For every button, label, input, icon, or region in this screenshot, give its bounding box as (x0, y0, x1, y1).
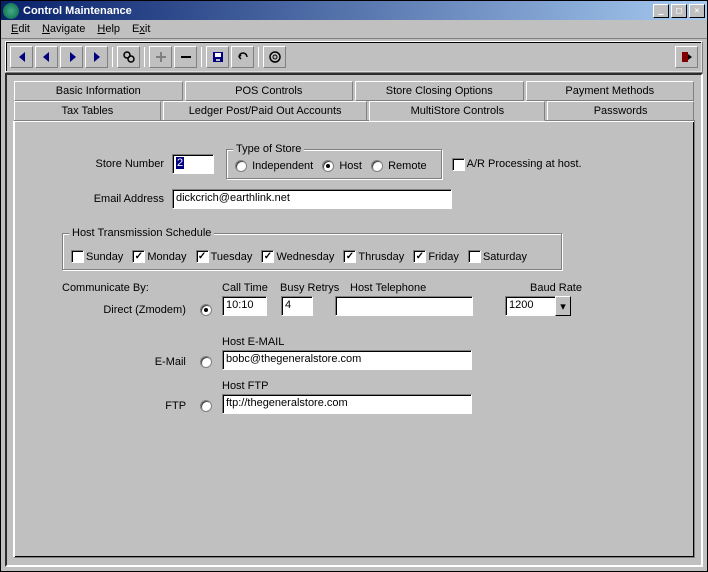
radio-host-label: Host (339, 160, 362, 172)
direct-label: Direct (Zmodem) (103, 304, 186, 316)
checkbox-monday[interactable] (132, 250, 145, 263)
tabs-row-1: Basic Information POS Controls Store Clo… (13, 81, 695, 101)
last-record-button[interactable] (85, 46, 108, 68)
menu-bar: Edit Navigate Help Exit (1, 20, 707, 39)
host-telephone-label: Host Telephone (350, 282, 490, 294)
radio-direct[interactable] (200, 304, 212, 316)
type-of-store-legend: Type of Store (233, 143, 304, 155)
tab-tax-tables[interactable]: Tax Tables (14, 101, 161, 121)
add-button[interactable] (149, 46, 172, 68)
tab-ledger-post[interactable]: Ledger Post/Paid Out Accounts (163, 101, 368, 121)
schedule-legend: Host Transmission Schedule (69, 227, 214, 239)
host-email-input[interactable]: bobc@thegeneralstore.com (222, 350, 472, 370)
tab-pos-controls[interactable]: POS Controls (185, 81, 354, 101)
menu-edit[interactable]: Edit (5, 21, 36, 37)
radio-independent-label: Independent (252, 160, 313, 172)
find-button[interactable] (117, 46, 140, 68)
host-ftp-input[interactable]: ftp://thegeneralstore.com (222, 394, 472, 414)
baud-rate-value: 1200 (505, 296, 555, 316)
save-button[interactable] (206, 46, 229, 68)
checkbox-thursday[interactable] (343, 250, 356, 263)
communicate-by-label: Communicate By: (62, 282, 149, 294)
title-bar: Control Maintenance _ □ ✕ (1, 1, 707, 20)
app-icon (3, 3, 19, 19)
checkbox-friday[interactable] (413, 250, 426, 263)
tab-store-closing-options[interactable]: Store Closing Options (355, 81, 524, 101)
checkbox-saturday[interactable] (468, 250, 481, 263)
tab-passwords[interactable]: Passwords (547, 101, 694, 121)
tab-multistore-controls[interactable]: MultiStore Controls (369, 101, 545, 121)
label-tuesday: Tuesday (211, 251, 253, 263)
store-number-label: Store Number (62, 158, 172, 170)
radio-remote-label: Remote (388, 160, 427, 172)
email-comm-label: E-Mail (155, 356, 186, 368)
store-number-input[interactable]: 2 (172, 154, 214, 174)
menu-exit[interactable]: Exit (126, 21, 156, 37)
undo-button[interactable] (231, 46, 254, 68)
label-wednesday: Wednesday (276, 251, 334, 263)
busy-retrys-input[interactable]: 4 (281, 296, 313, 316)
schedule-group: Host Transmission Schedule Sunday Monday… (62, 233, 562, 270)
checkbox-ar-processing[interactable] (452, 158, 465, 171)
label-saturday: Saturday (483, 251, 527, 263)
host-ftp-label: Host FTP (222, 380, 472, 392)
ftp-comm-label: FTP (165, 400, 186, 412)
baud-rate-label: Baud Rate (530, 282, 582, 294)
email-address-input[interactable]: dickcrich@earthlink.net (172, 189, 452, 209)
radio-host[interactable] (322, 160, 334, 172)
toolbar (5, 41, 703, 73)
label-thursday: Thrusday (358, 251, 404, 263)
window: Control Maintenance _ □ ✕ Edit Navigate … (0, 0, 708, 572)
call-time-label: Call Time (222, 282, 280, 294)
menu-navigate[interactable]: Navigate (36, 21, 91, 37)
tab-panel-multistore: Store Number 2 Type of Store Independent… (13, 120, 695, 558)
checkbox-tuesday[interactable] (196, 250, 209, 263)
host-email-label: Host E-MAIL (222, 336, 472, 348)
window-title: Control Maintenance (23, 5, 653, 17)
tab-basic-information[interactable]: Basic Information (14, 81, 183, 101)
busy-retrys-label: Busy Retrys (280, 282, 350, 294)
exit-button[interactable] (675, 46, 698, 68)
content-area: Basic Information POS Controls Store Clo… (5, 73, 703, 567)
email-address-label: Email Address (62, 193, 172, 205)
refresh-button[interactable] (263, 46, 286, 68)
maximize-button[interactable]: □ (671, 4, 687, 18)
minimize-button[interactable]: _ (653, 4, 669, 18)
ar-processing-label: A/R Processing at host. (467, 158, 582, 170)
tab-payment-methods[interactable]: Payment Methods (526, 81, 695, 101)
label-monday: Monday (147, 251, 186, 263)
close-button[interactable]: ✕ (689, 4, 705, 18)
label-sunday: Sunday (86, 251, 123, 263)
baud-rate-combo[interactable]: 1200 ▾ (505, 296, 571, 316)
next-record-button[interactable] (60, 46, 83, 68)
type-of-store-group: Type of Store Independent Host Remote (226, 149, 442, 179)
radio-independent[interactable] (235, 160, 247, 172)
radio-remote[interactable] (371, 160, 383, 172)
call-time-input[interactable]: 10:10 (222, 296, 267, 316)
menu-help[interactable]: Help (91, 21, 126, 37)
host-telephone-input[interactable] (335, 296, 473, 316)
label-friday: Friday (428, 251, 459, 263)
delete-button[interactable] (174, 46, 197, 68)
baud-dropdown-button[interactable]: ▾ (555, 296, 571, 316)
radio-ftp[interactable] (200, 400, 212, 412)
checkbox-sunday[interactable] (71, 250, 84, 263)
first-record-button[interactable] (10, 46, 33, 68)
radio-email[interactable] (200, 356, 212, 368)
prev-record-button[interactable] (35, 46, 58, 68)
tabs-row-2: Tax Tables Ledger Post/Paid Out Accounts… (13, 101, 695, 121)
checkbox-wednesday[interactable] (261, 250, 274, 263)
